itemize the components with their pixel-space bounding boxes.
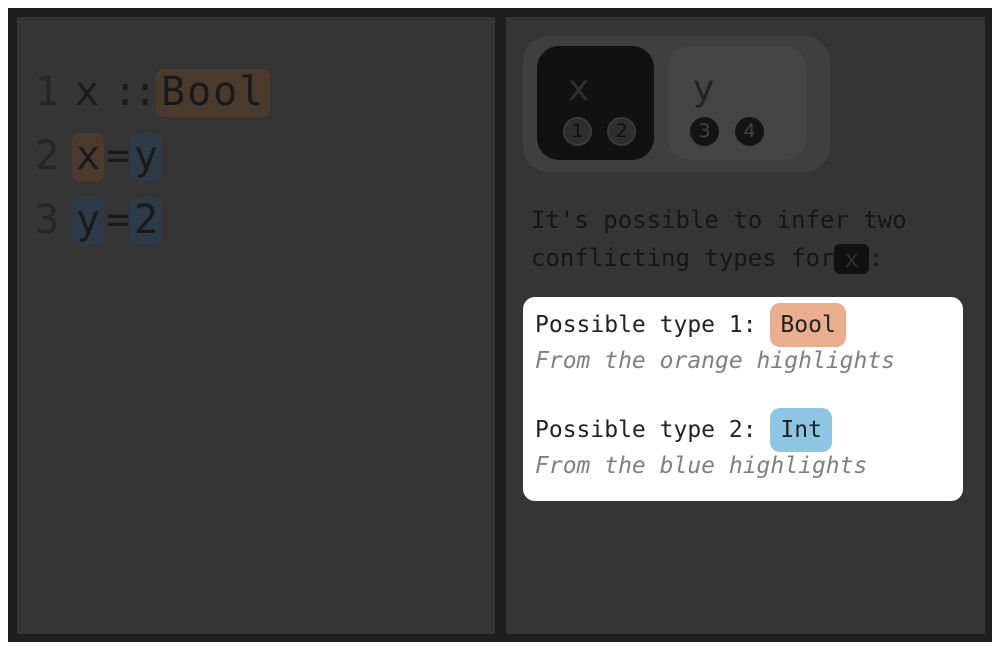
code-token-y-highlight-blue[interactable]: y [130, 133, 162, 181]
code-token-type-annotation: :: [113, 69, 157, 115]
variable-chip-x[interactable]: x 1 2 [537, 46, 654, 160]
possible-type-source: From the orange highlights [535, 348, 896, 374]
code-token-y-highlight-blue[interactable]: y [72, 197, 104, 245]
possible-type-row-1: Possible type 1: Bool [535, 303, 846, 347]
possible-type-source: From the blue highlights [535, 453, 868, 479]
badge-1: 1 [563, 117, 592, 146]
badge-2: 2 [607, 117, 636, 146]
code-token-x-highlight-orange[interactable]: x [72, 133, 104, 181]
line-number: 3 [35, 197, 60, 243]
badge-3: 3 [690, 117, 719, 146]
possible-type-label: Possible type 2: [535, 417, 757, 443]
code-token-equals: = [106, 133, 131, 179]
type-pill-int[interactable]: Int [770, 408, 832, 452]
badge-4: 4 [735, 117, 764, 146]
code-token-literal-highlight-blue[interactable]: 2 [130, 197, 162, 245]
variable-name: y [693, 68, 715, 109]
line-number: 2 [35, 133, 60, 179]
variable-selector: x 1 2 y 3 4 [523, 36, 830, 172]
inline-code-variable: x [834, 244, 869, 274]
code-token-bool-highlight-orange[interactable]: Bool [156, 69, 271, 117]
code-token-equals: = [106, 197, 131, 243]
type-pill-bool[interactable]: Bool [770, 303, 846, 347]
explanation-text: It's possible to infer two conflicting t… [531, 201, 971, 277]
code-editor[interactable]: 1 x :: Bool 2 x = y 3 y = 2 [17, 17, 495, 634]
type-error-panel: x 1 2 y 3 4 It's possible to infer two c… [506, 17, 985, 634]
possible-types-card: Possible type 1: Bool From the orange hi… [523, 297, 963, 501]
variable-chip-y[interactable]: y 3 4 [668, 46, 806, 160]
explanation-colon: : [868, 244, 884, 272]
possible-type-label: Possible type 1: [535, 312, 757, 338]
line-number: 1 [35, 69, 60, 115]
code-token-x[interactable]: x [75, 69, 99, 117]
possible-type-row-2: Possible type 2: Int [535, 408, 832, 452]
variable-name: x [568, 68, 590, 109]
